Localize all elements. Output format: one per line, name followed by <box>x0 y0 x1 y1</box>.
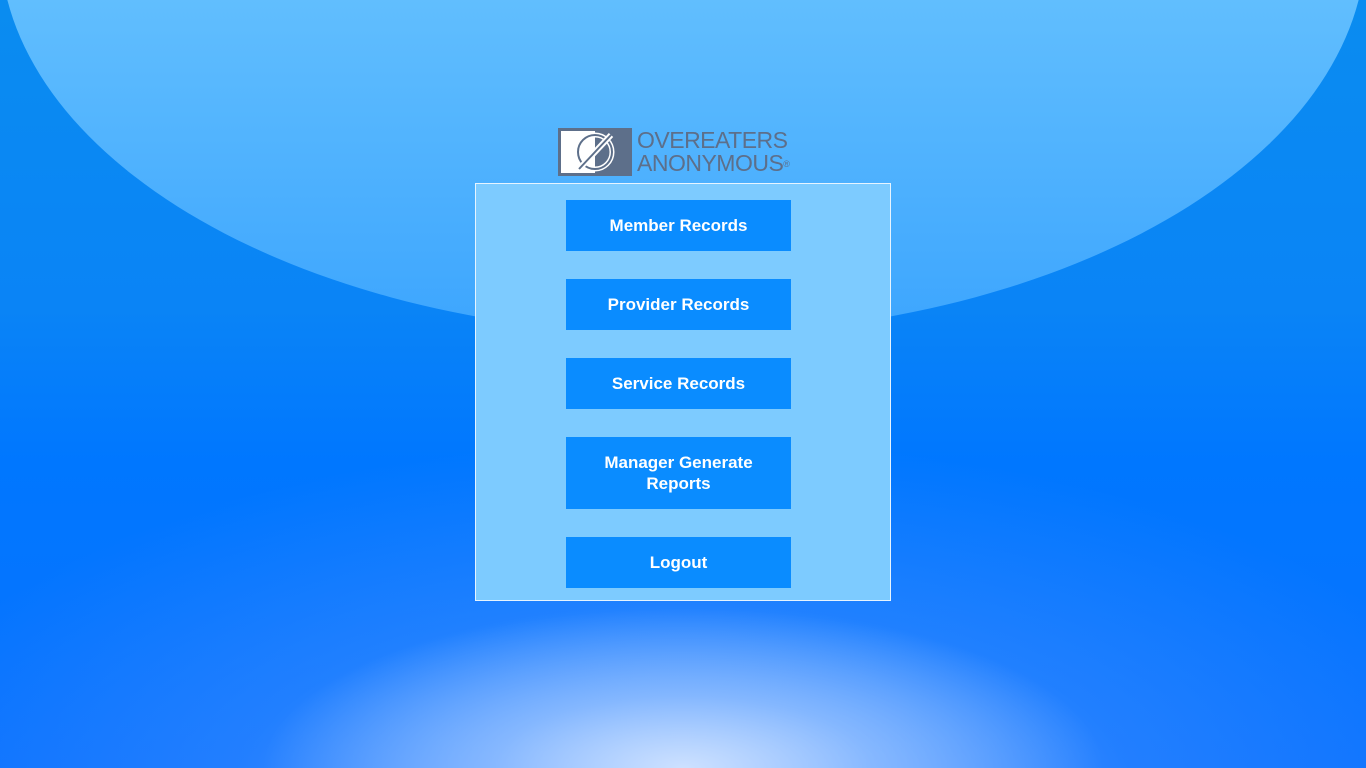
main-menu-panel: Member Records Provider Records Service … <box>475 183 891 601</box>
logout-button[interactable]: Logout <box>566 537 791 588</box>
overeaters-anonymous-logo: OVEREATERS ANONYMOUS® <box>557 127 809 177</box>
service-records-button[interactable]: Service Records <box>566 358 791 409</box>
registered-mark: ® <box>783 158 790 169</box>
provider-records-button[interactable]: Provider Records <box>566 279 791 330</box>
oa-emblem-icon <box>558 128 632 176</box>
logo-text-line2: ANONYMOUS <box>637 149 784 176</box>
manager-generate-reports-button[interactable]: Manager Generate Reports <box>566 437 791 509</box>
member-records-button[interactable]: Member Records <box>566 200 791 251</box>
logo-text-line1: OVEREATERS <box>637 126 788 153</box>
